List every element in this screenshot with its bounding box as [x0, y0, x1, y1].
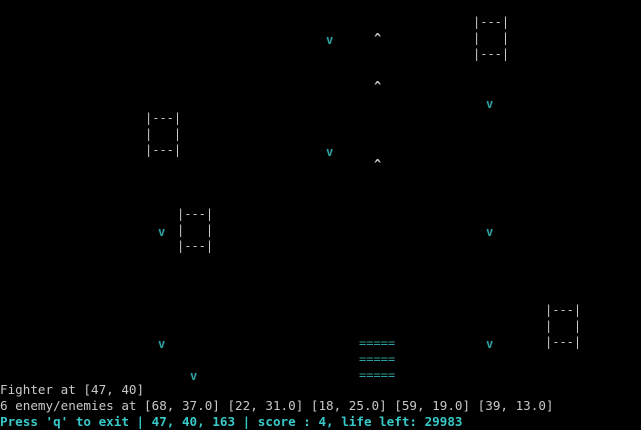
fighter-row: =====: [359, 368, 396, 382]
enemy: v: [190, 369, 198, 383]
enemy: v: [486, 337, 494, 351]
bullet: ^: [374, 157, 382, 171]
enemy: v: [486, 225, 494, 239]
bullet: ^: [374, 31, 382, 45]
enemy: v: [486, 97, 494, 111]
enemy-positions-text: 6 enemy/enemies at [68, 37.0] [22, 31.0]…: [0, 398, 554, 413]
bullet: ^: [374, 79, 382, 93]
fighter-row: =====: [359, 352, 396, 366]
controls-status-text: Press 'q' to exit | 47, 40, 163 | score …: [0, 414, 463, 429]
enemy: v: [326, 33, 334, 47]
obstacle-block: |---| | | |---|: [177, 207, 214, 253]
fighter-position-text: Fighter at [47, 40]: [0, 382, 145, 397]
enemy: v: [158, 337, 166, 351]
obstacle-block: |---| | | |---|: [473, 15, 510, 61]
game-screen[interactable]: |---| | | |---| |---| | | |---| |---| | …: [0, 0, 641, 430]
fighter-row: =====: [359, 336, 396, 350]
enemy: v: [326, 145, 334, 159]
obstacle-block: |---| | | |---|: [145, 111, 182, 157]
enemy: v: [158, 225, 166, 239]
obstacle-block: |---| | | |---|: [545, 303, 582, 349]
